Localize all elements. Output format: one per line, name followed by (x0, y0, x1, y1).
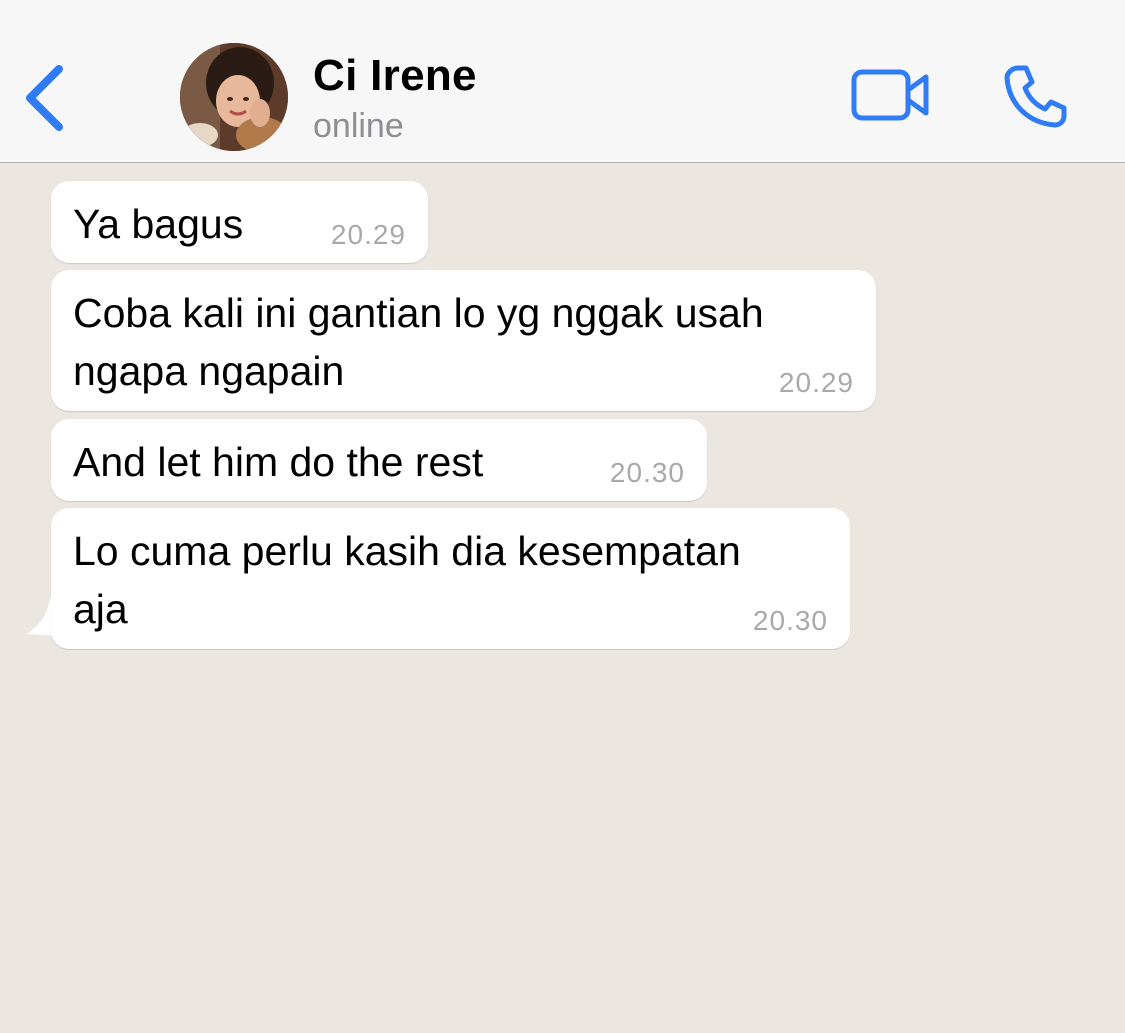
message-bubble[interactable]: Lo cuma perlu kasih dia kesempatan aja 2… (51, 508, 850, 649)
avatar-photo (180, 43, 288, 151)
message-text: Lo cuma perlu kasih dia kesempatan aja (73, 522, 741, 638)
message-bubble[interactable]: Ya bagus 20.29 (51, 181, 428, 263)
message-timestamp: 20.29 (778, 367, 854, 398)
message-line: And let him do the rest (73, 439, 484, 485)
message-line: aja (73, 586, 128, 632)
back-button[interactable] (18, 60, 74, 136)
message-timestamp: 20.29 (330, 219, 406, 250)
contact-status: online (313, 107, 404, 145)
message-text: Coba kali ini gantian lo yg nggak usah n… (73, 284, 764, 400)
chat-header: Ci Irene online (0, 0, 1125, 163)
message-text: Ya bagus (73, 195, 243, 253)
message-timestamp: 20.30 (752, 605, 828, 636)
video-camera-icon (851, 69, 929, 121)
contact-name[interactable]: Ci Irene (313, 50, 477, 102)
message-line: ngapa ngapain (73, 348, 345, 394)
message-bubble[interactable]: Coba kali ini gantian lo yg nggak usah n… (51, 270, 876, 411)
message-line: Lo cuma perlu kasih dia kesempatan (73, 528, 741, 574)
phone-icon (1004, 65, 1067, 128)
message-line: Ya bagus (73, 201, 244, 247)
voice-call-button[interactable] (1000, 62, 1070, 132)
video-call-button[interactable] (850, 66, 932, 126)
message-text: And let him do the rest (73, 433, 483, 491)
avatar[interactable] (180, 43, 288, 151)
message-bubble[interactable]: And let him do the rest 20.30 (51, 419, 707, 501)
chevron-left-icon (26, 65, 63, 131)
message-timestamp: 20.30 (609, 457, 685, 488)
message-line: Coba kali ini gantian lo yg nggak usah (73, 290, 764, 336)
